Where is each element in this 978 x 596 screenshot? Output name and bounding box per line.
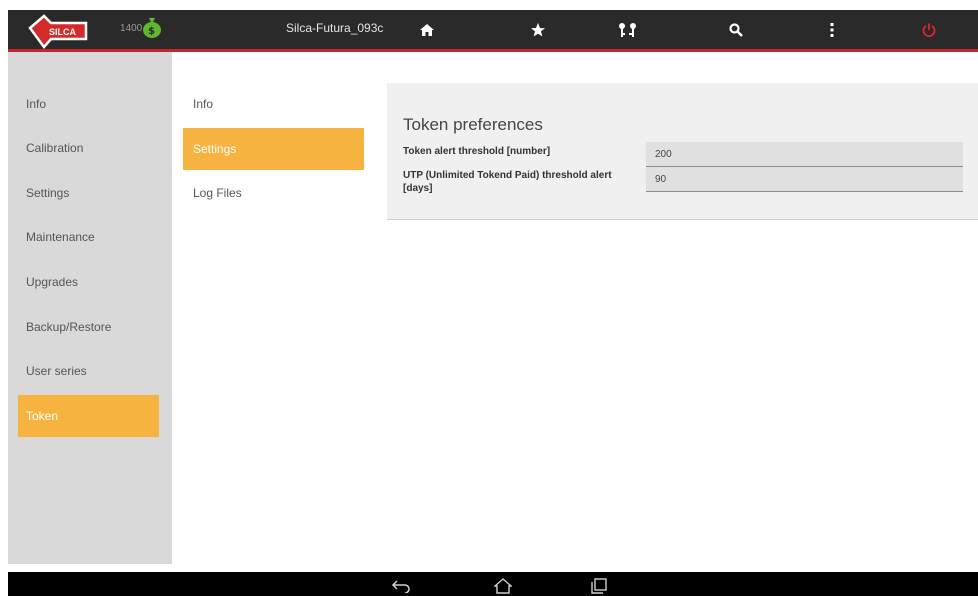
sidebar-item-label: Maintenance (26, 230, 95, 244)
sidebar-item-maintenance[interactable]: Maintenance (18, 216, 159, 258)
power-icon[interactable] (917, 18, 941, 42)
sidebar-item-token[interactable]: Token (18, 395, 159, 437)
top-bar: SILCA 1400 $ Silca-Futura_093c (8, 10, 978, 52)
star-icon[interactable] (526, 18, 550, 42)
sidebar-item-backup-restore[interactable]: Backup/Restore (18, 306, 159, 348)
submenu-item-label: Settings (193, 142, 237, 156)
more-vert-icon[interactable] (820, 18, 844, 42)
svg-text:SILCA: SILCA (49, 27, 77, 37)
svg-text:$: $ (148, 26, 155, 37)
sidebar-item-label: Settings (26, 186, 70, 200)
sidebar-item-label: Calibration (26, 141, 84, 155)
sidebar: Info Calibration Settings Maintenance Up… (8, 52, 172, 564)
silca-logo[interactable]: SILCA (20, 14, 92, 52)
device-name: Silca-Futura_093c (286, 21, 384, 35)
sidebar-item-user-series[interactable]: User series (18, 350, 159, 392)
search-icon[interactable] (724, 18, 748, 42)
sidebar-item-label: Info (26, 97, 47, 111)
token-alert-threshold-input[interactable] (646, 142, 963, 167)
money-bag-icon[interactable]: $ (141, 15, 163, 39)
sidebar-item-calibration[interactable]: Calibration (18, 127, 159, 169)
recent-apps-icon[interactable] (586, 576, 612, 596)
home-icon[interactable] (415, 18, 439, 42)
back-icon[interactable] (388, 576, 414, 596)
utp-threshold-label: UTP (Unlimited Tokend Paid) threshold al… (403, 170, 612, 194)
sidebar-item-label: Token (26, 409, 59, 423)
sidebar-item-label: Backup/Restore (26, 320, 112, 334)
keys-icon[interactable] (616, 18, 640, 42)
token-count: 1400 (120, 23, 143, 34)
sidebar-item-settings[interactable]: Settings (18, 172, 159, 214)
submenu-item-log-files[interactable]: Log Files (183, 172, 364, 214)
submenu-item-label: Info (193, 97, 214, 111)
sidebar-item-info[interactable]: Info (18, 83, 159, 125)
token-alert-threshold-label: Token alert threshold [number] (403, 146, 551, 157)
sidebar-item-label: Upgrades (26, 275, 79, 289)
submenu-item-label: Log Files (193, 186, 242, 200)
utp-threshold-input[interactable] (646, 167, 963, 192)
token-preferences-panel: Token preferences Token alert threshold … (387, 83, 978, 220)
sidebar-item-label: User series (26, 364, 87, 378)
home-outline-icon[interactable] (490, 576, 516, 596)
panel-title: Token preferences (403, 115, 543, 134)
sidebar-item-upgrades[interactable]: Upgrades (18, 261, 159, 303)
submenu-item-info[interactable]: Info (183, 83, 364, 125)
submenu-item-settings[interactable]: Settings (183, 128, 364, 170)
android-nav-bar (8, 572, 978, 596)
